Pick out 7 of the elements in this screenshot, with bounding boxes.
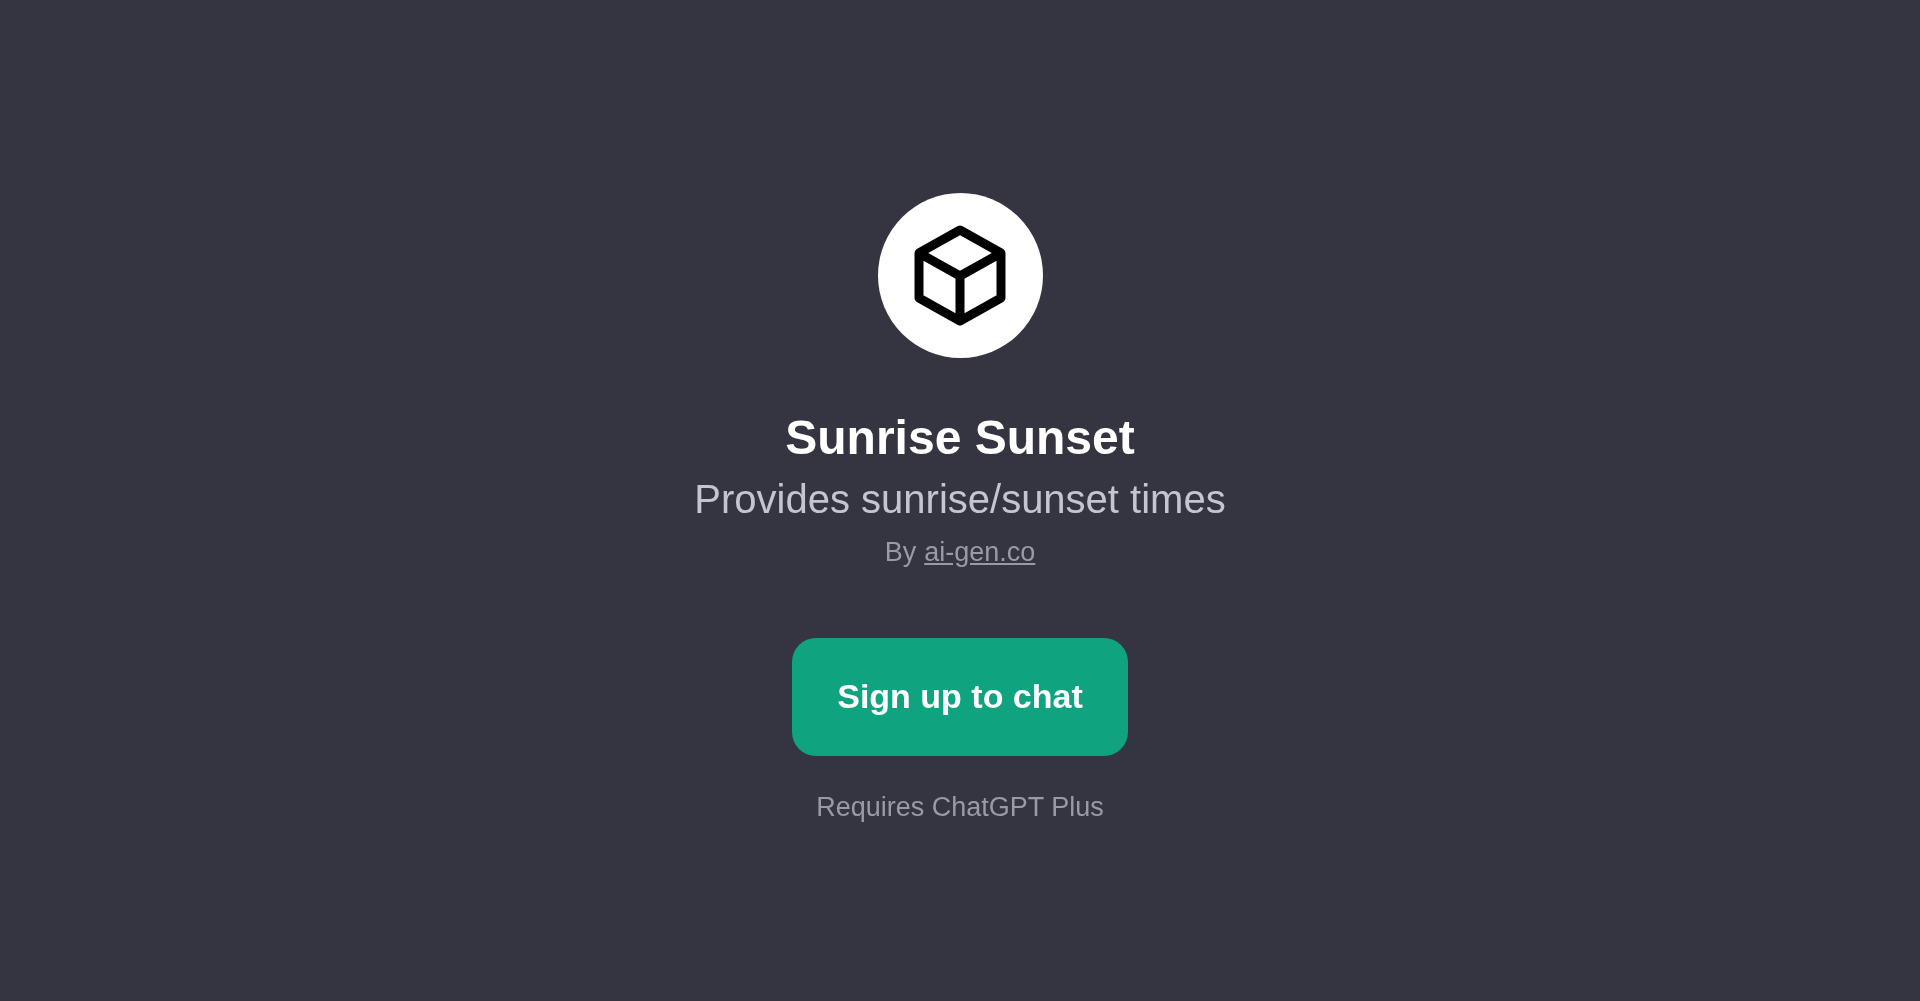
cube-icon xyxy=(914,225,1006,326)
author-link[interactable]: ai-gen.co xyxy=(924,536,1036,568)
by-label: By xyxy=(884,536,917,568)
gizmo-description: Provides sunrise/sunset times xyxy=(694,475,1226,523)
signup-button[interactable]: Sign up to chat xyxy=(792,637,1128,756)
gizmo-title: Sunrise Sunset xyxy=(785,410,1135,466)
requirement-note: Requires ChatGPT Plus xyxy=(816,791,1104,823)
